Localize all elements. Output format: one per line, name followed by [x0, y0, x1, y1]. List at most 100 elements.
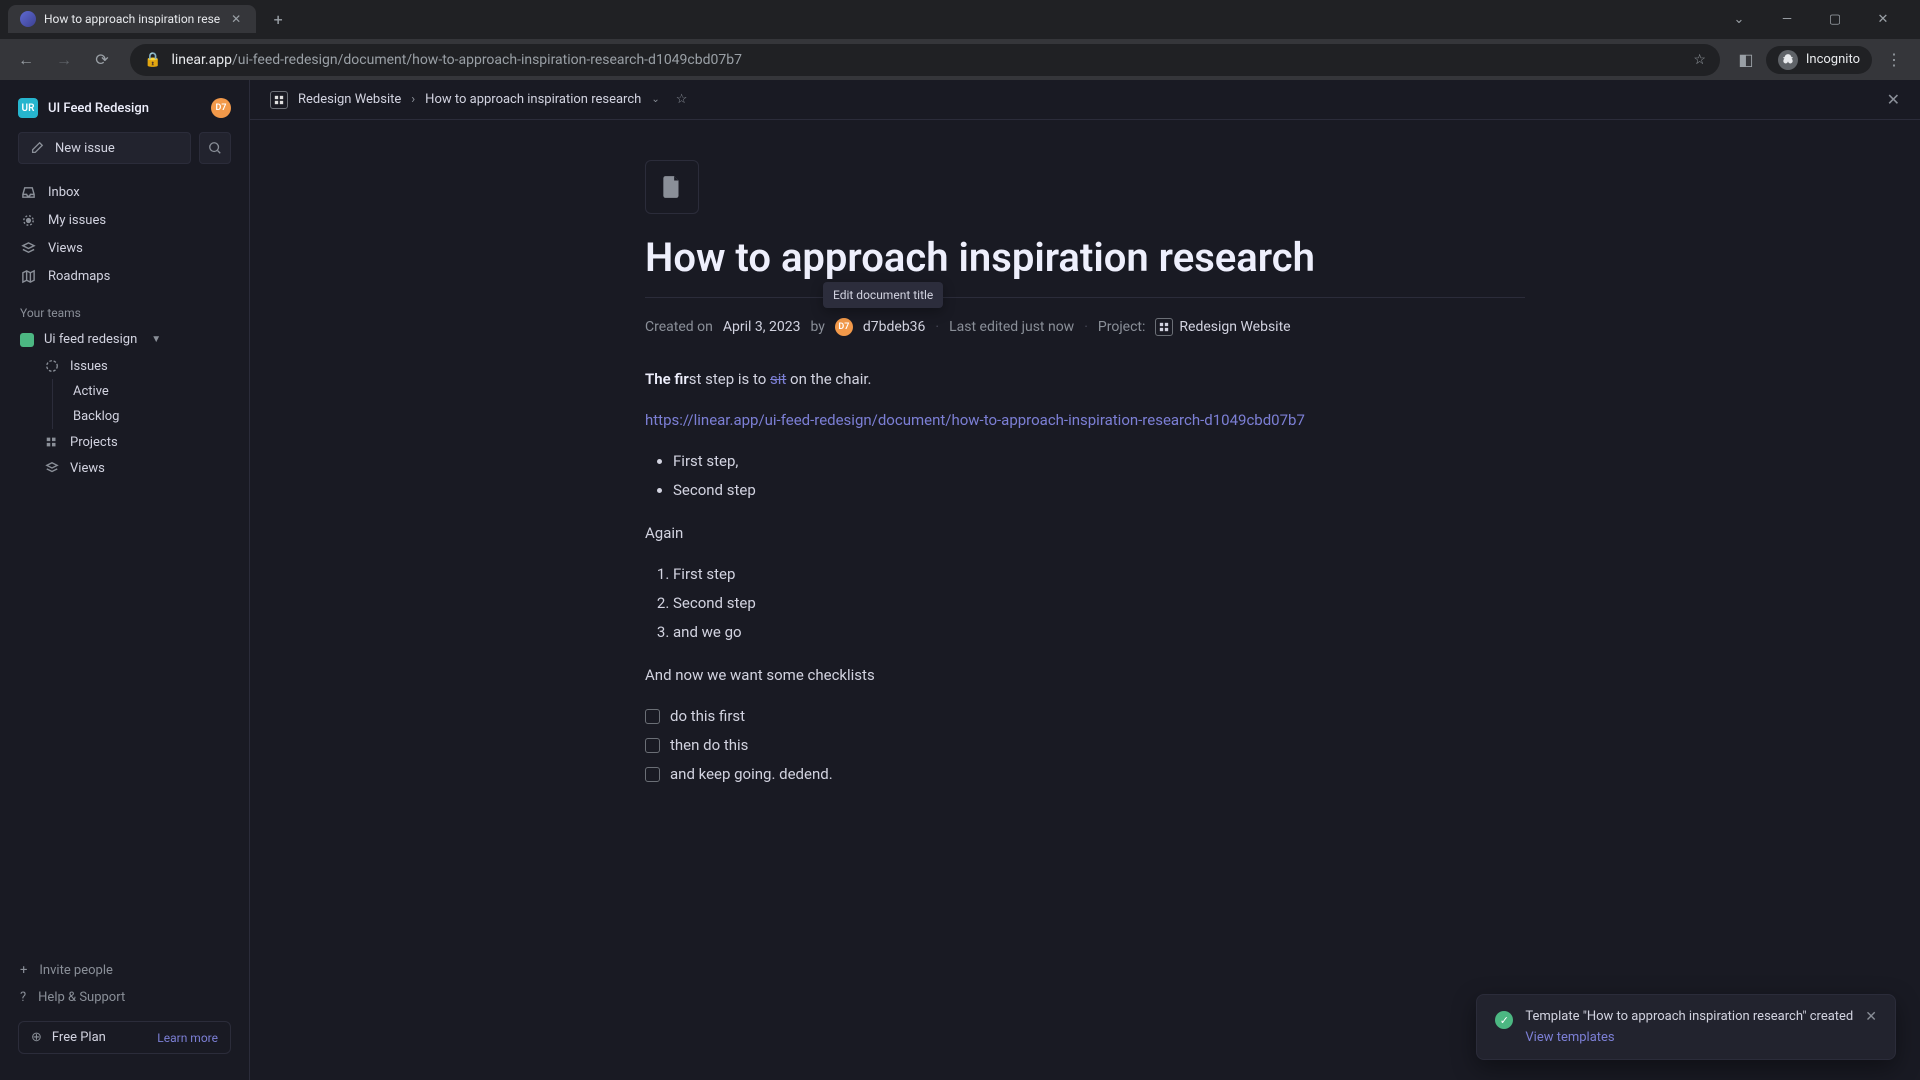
- breadcrumb-page[interactable]: How to approach inspiration research: [425, 92, 641, 107]
- created-prefix: Created on: [645, 319, 713, 335]
- nav-my-issues[interactable]: My issues: [0, 206, 249, 234]
- document-link[interactable]: https://linear.app/ui-feed-redesign/docu…: [645, 411, 1305, 429]
- user-avatar[interactable]: D7: [211, 98, 231, 118]
- team-name: Ui feed redesign: [44, 332, 137, 347]
- compose-icon: [29, 140, 45, 156]
- checklist-item[interactable]: do this first: [645, 703, 1525, 730]
- target-icon: [20, 212, 36, 228]
- workspace-name: UI Feed Redesign: [48, 101, 201, 116]
- list-item[interactable]: First step,: [673, 448, 1525, 475]
- chevron-down-icon: ▼: [151, 334, 161, 345]
- tabs-dropdown-icon[interactable]: ⌄: [1724, 12, 1754, 27]
- nav-views-label: Views: [48, 241, 83, 256]
- checkbox[interactable]: [645, 738, 660, 753]
- back-button[interactable]: ←: [10, 44, 42, 76]
- help-icon: ?: [20, 990, 26, 1005]
- breadcrumb-separator: ›: [411, 92, 415, 107]
- reload-button[interactable]: ⟳: [86, 44, 118, 76]
- browser-menu-icon[interactable]: ⋮: [1878, 44, 1910, 76]
- list-item[interactable]: Second step: [673, 477, 1525, 504]
- checkbox[interactable]: [645, 767, 660, 782]
- url-toolbar: ← → ⟳ 🔒 linear.app /ui-feed-redesign/doc…: [0, 38, 1920, 80]
- checklist-item[interactable]: then do this: [645, 732, 1525, 759]
- author-avatar: D7: [835, 318, 853, 336]
- nav-views[interactable]: Views: [0, 234, 249, 262]
- address-bar[interactable]: 🔒 linear.app /ui-feed-redesign/document/…: [130, 44, 1720, 76]
- toast-link[interactable]: View templates: [1525, 1030, 1853, 1045]
- document-editor[interactable]: How to approach inspiration research Edi…: [585, 120, 1585, 1080]
- list-item[interactable]: Second step: [673, 590, 1525, 617]
- project-icon[interactable]: [270, 91, 288, 109]
- help-support[interactable]: ? Help & Support: [18, 984, 231, 1011]
- project-chip-icon: [1155, 318, 1173, 336]
- list-item[interactable]: First step: [673, 561, 1525, 588]
- favorite-star-icon[interactable]: ☆: [676, 92, 688, 107]
- close-panel-icon[interactable]: ✕: [1887, 90, 1900, 109]
- plan-plus-icon: ⊕: [31, 1030, 42, 1045]
- learn-more-link[interactable]: Learn more: [157, 1031, 218, 1045]
- invite-people[interactable]: + Invite people: [18, 957, 231, 984]
- team-backlog[interactable]: Backlog: [52, 404, 249, 429]
- maximize-icon[interactable]: ▢: [1820, 12, 1850, 27]
- new-tab-button[interactable]: +: [264, 5, 292, 33]
- project-link[interactable]: Redesign Website: [1155, 318, 1290, 336]
- list-item[interactable]: and we go: [673, 619, 1525, 646]
- tab-close-icon[interactable]: ✕: [228, 11, 244, 27]
- team-views[interactable]: Views: [0, 455, 249, 481]
- sidebar: UR UI Feed Redesign D7 New issue Inbox: [0, 80, 250, 1080]
- plan-name: Free Plan: [52, 1030, 106, 1045]
- team-issues[interactable]: Issues: [0, 353, 249, 379]
- title-tooltip: Edit document title: [823, 282, 943, 308]
- nav-roadmaps[interactable]: Roadmaps: [0, 262, 249, 290]
- team-projects-label: Projects: [70, 435, 118, 450]
- extensions-icon[interactable]: ◧: [1732, 46, 1760, 74]
- checklist[interactable]: do this first then do this and keep goin…: [645, 703, 1525, 788]
- invite-label: Invite people: [39, 963, 113, 978]
- plan-badge[interactable]: ⊕ Free Plan Learn more: [18, 1021, 231, 1054]
- numbered-list[interactable]: First step Second step and we go: [673, 561, 1525, 646]
- incognito-badge[interactable]: Incognito: [1766, 46, 1872, 74]
- map-icon: [20, 268, 36, 284]
- document-meta: Created on April 3, 2023 by D7 d7bdeb36 …: [645, 298, 1525, 366]
- team-header[interactable]: Ui feed redesign ▼: [0, 326, 249, 353]
- team-projects[interactable]: Projects: [0, 429, 249, 455]
- close-window-icon[interactable]: ✕: [1868, 12, 1898, 27]
- linear-favicon: [20, 11, 36, 27]
- new-issue-button[interactable]: New issue: [18, 132, 191, 164]
- browser-tab-bar: How to approach inspiration rese ✕ + ⌄ —…: [0, 0, 1920, 38]
- created-date: April 3, 2023: [723, 319, 801, 335]
- checklist-item[interactable]: and keep going. dedend.: [645, 761, 1525, 788]
- stack-icon: [44, 460, 60, 476]
- document-body[interactable]: The first step is to sit on the chair. h…: [645, 366, 1525, 788]
- toast-close-icon[interactable]: ✕: [1865, 1009, 1877, 1025]
- breadcrumb-chevron-icon[interactable]: ⌄: [651, 94, 659, 105]
- new-issue-label: New issue: [55, 141, 115, 156]
- search-button[interactable]: [199, 132, 231, 164]
- breadcrumb-project[interactable]: Redesign Website: [298, 92, 401, 107]
- lock-icon[interactable]: 🔒: [144, 52, 161, 68]
- author-name[interactable]: d7bdeb36: [863, 319, 926, 335]
- bullet-list[interactable]: First step, Second step: [673, 448, 1525, 504]
- url-host: linear.app: [171, 52, 232, 68]
- checkbox[interactable]: [645, 709, 660, 724]
- document-icon-picker[interactable]: [645, 160, 699, 214]
- workspace-switcher[interactable]: UR UI Feed Redesign D7: [0, 92, 249, 132]
- team-issues-label: Issues: [70, 359, 108, 374]
- paragraph-1[interactable]: The first step is to sit on the chair.: [645, 366, 1525, 393]
- bookmark-star-icon[interactable]: ☆: [1693, 52, 1706, 68]
- forward-button[interactable]: →: [48, 44, 80, 76]
- paragraph-again[interactable]: Again: [645, 520, 1525, 547]
- team-views-label: Views: [70, 461, 105, 476]
- plus-icon: +: [20, 963, 27, 978]
- team-active[interactable]: Active: [52, 379, 249, 404]
- main-content: Redesign Website › How to approach inspi…: [250, 80, 1920, 1080]
- nav-inbox[interactable]: Inbox: [0, 178, 249, 206]
- paragraph-checklist-intro[interactable]: And now we want some checklists: [645, 662, 1525, 689]
- document-title[interactable]: How to approach inspiration research Edi…: [645, 234, 1525, 298]
- browser-tab[interactable]: How to approach inspiration rese ✕: [8, 5, 256, 33]
- by-label: by: [810, 319, 824, 335]
- toast-message: Template "How to approach inspiration re…: [1525, 1009, 1853, 1024]
- minimize-icon[interactable]: —: [1772, 12, 1802, 27]
- url-path: /ui-feed-redesign/document/how-to-approa…: [232, 52, 742, 68]
- check-icon: ✓: [1495, 1011, 1513, 1029]
